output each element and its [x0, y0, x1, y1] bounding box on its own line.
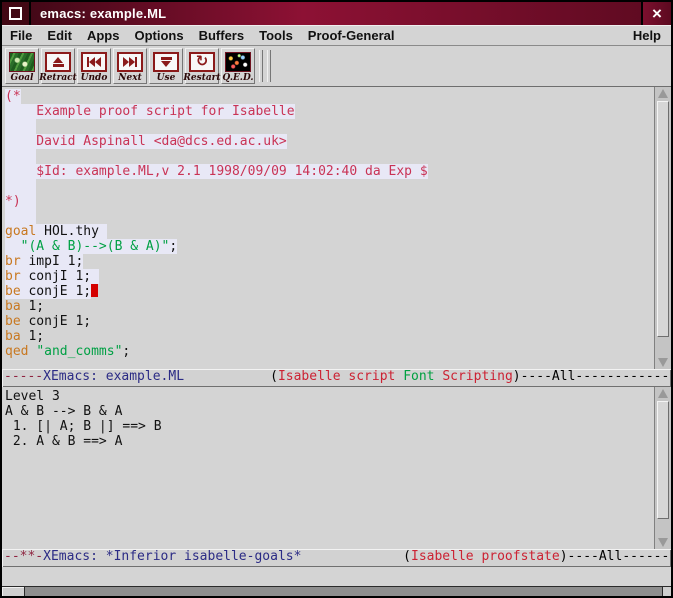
scroll-down-arrow[interactable]	[655, 356, 671, 369]
toolbar-button-next[interactable]: Next	[113, 48, 147, 84]
menu-item-proof-general[interactable]: Proof-General	[308, 28, 395, 43]
goals-modeline: --**-XEmacs: *Inferior isabelle-goals* (…	[2, 549, 671, 567]
toolbar-button-label: Undo	[81, 73, 108, 83]
toolbar-button-label: Use	[157, 73, 176, 83]
close-button[interactable]: ×	[641, 2, 671, 25]
horizontal-scrollbar[interactable]	[2, 586, 671, 596]
script-line[interactable]: goal HOL.thy	[5, 224, 654, 239]
script-line[interactable]: qed "and_comms";	[5, 344, 654, 359]
toolbar: Goal Retract Undo Next Use ↻RestartQ.E.D.	[2, 46, 671, 87]
window-title: emacs: example.ML	[31, 2, 641, 25]
menu-item-file[interactable]: File	[10, 28, 32, 43]
arrow-down-icon	[658, 538, 668, 547]
menu-bar: File Edit Apps Options Buffers Tools Proof-Gen…	[2, 25, 671, 46]
scroll-up-arrow[interactable]	[655, 87, 671, 100]
script-line[interactable]: (*	[5, 89, 654, 104]
script-line[interactable]: br impI 1;	[5, 254, 654, 269]
goals-line: 2. A & B ==> A	[5, 434, 654, 449]
toolbar-button-undo[interactable]: Undo	[77, 48, 111, 84]
goal-image	[9, 51, 35, 72]
menu-item-buffers[interactable]: Buffers	[199, 28, 245, 43]
eject-icon	[45, 51, 71, 72]
window-menu-button[interactable]	[2, 2, 31, 25]
toolbar-button-label: Retract	[39, 73, 77, 83]
goals-line: 1. [| A; B |] ==> B	[5, 419, 654, 434]
restart-icon: ↻	[189, 51, 215, 72]
scroll-up-arrow[interactable]	[655, 387, 671, 400]
title-bar[interactable]: emacs: example.ML ×	[2, 2, 671, 25]
scrollbar-track[interactable]	[655, 100, 671, 356]
window-menu-icon	[9, 7, 22, 20]
script-line[interactable]: br conjI 1;	[5, 269, 654, 284]
script-modeline: -----XEmacs: example.ML (Isabelle script…	[2, 369, 671, 387]
menu-item-apps[interactable]: Apps	[87, 28, 120, 43]
fast-forward-icon	[117, 51, 143, 72]
toolbar-button-restart[interactable]: ↻Restart	[185, 48, 219, 84]
goals-line: Level 3	[5, 389, 654, 404]
toolbar-button-use[interactable]: Use	[149, 48, 183, 84]
arrow-down-icon	[658, 358, 668, 367]
hscroll-track[interactable]	[25, 587, 662, 596]
scrollbar-track[interactable]	[655, 400, 671, 536]
rewind-icon	[81, 51, 107, 72]
script-line[interactable]	[5, 119, 654, 134]
toolbar-separator	[259, 50, 263, 82]
toolbar-button-goal[interactable]: Goal	[5, 48, 39, 84]
menu-item-help[interactable]: Help	[633, 28, 661, 43]
minibuffer[interactable]	[2, 567, 671, 586]
scrollbar-thumb[interactable]	[657, 401, 669, 519]
goals-scrollbar[interactable]	[654, 387, 671, 549]
goals-line: A & B --> B & A	[5, 404, 654, 419]
toolbar-button-label: Restart	[183, 73, 220, 83]
script-line[interactable]: Example proof script for Isabelle	[5, 104, 654, 119]
script-line[interactable]: "(A & B)-->(B & A)";	[5, 239, 654, 254]
script-line[interactable]: ba 1;	[5, 299, 654, 314]
script-line[interactable]: *)	[5, 194, 654, 209]
toolbar-separator	[267, 50, 271, 82]
script-line[interactable]: $Id: example.ML,v 2.1 1998/09/09 14:02:4…	[5, 164, 654, 179]
hscroll-right-cap[interactable]	[662, 587, 671, 596]
arrow-up-icon	[658, 389, 668, 398]
menu-item-options[interactable]: Options	[134, 28, 183, 43]
text-cursor	[91, 284, 98, 297]
script-line[interactable]	[5, 149, 654, 164]
xemacs-window: emacs: example.ML × File Edit Apps Options B…	[0, 0, 673, 598]
script-buffer-area: (* Example proof script for Isabelle Dav…	[2, 87, 671, 369]
use-down-icon	[153, 51, 179, 72]
close-icon: ×	[652, 5, 662, 22]
menu-item-tools[interactable]: Tools	[259, 28, 293, 43]
goals-buffer-area: Level 3A & B --> B & A 1. [| A; B |] ==>…	[2, 387, 671, 549]
script-line[interactable]	[5, 179, 654, 194]
toolbar-button-label: Next	[118, 73, 141, 83]
scrollbar-thumb[interactable]	[657, 101, 669, 337]
script-line[interactable]: be conjE 1;	[5, 284, 654, 299]
toolbar-button-retract[interactable]: Retract	[41, 48, 75, 84]
script-scrollbar[interactable]	[654, 87, 671, 369]
toolbar-button-label: Q.E.D.	[222, 73, 253, 83]
script-line[interactable]	[5, 209, 654, 224]
scroll-down-arrow[interactable]	[655, 536, 671, 549]
qed-image	[225, 51, 251, 72]
arrow-up-icon	[658, 89, 668, 98]
toolbar-button-label: Goal	[11, 73, 34, 83]
toolbar-button-q-e-d[interactable]: Q.E.D.	[221, 48, 255, 84]
menu-item-edit[interactable]: Edit	[47, 28, 72, 43]
script-buffer[interactable]: (* Example proof script for Isabelle Dav…	[2, 87, 654, 369]
goals-buffer[interactable]: Level 3A & B --> B & A 1. [| A; B |] ==>…	[2, 387, 654, 549]
hscroll-left-cap[interactable]	[2, 587, 25, 596]
script-line[interactable]: David Aspinall <da@dcs.ed.ac.uk>	[5, 134, 654, 149]
script-line[interactable]: be conjE 1;	[5, 314, 654, 329]
script-line[interactable]: ba 1;	[5, 329, 654, 344]
